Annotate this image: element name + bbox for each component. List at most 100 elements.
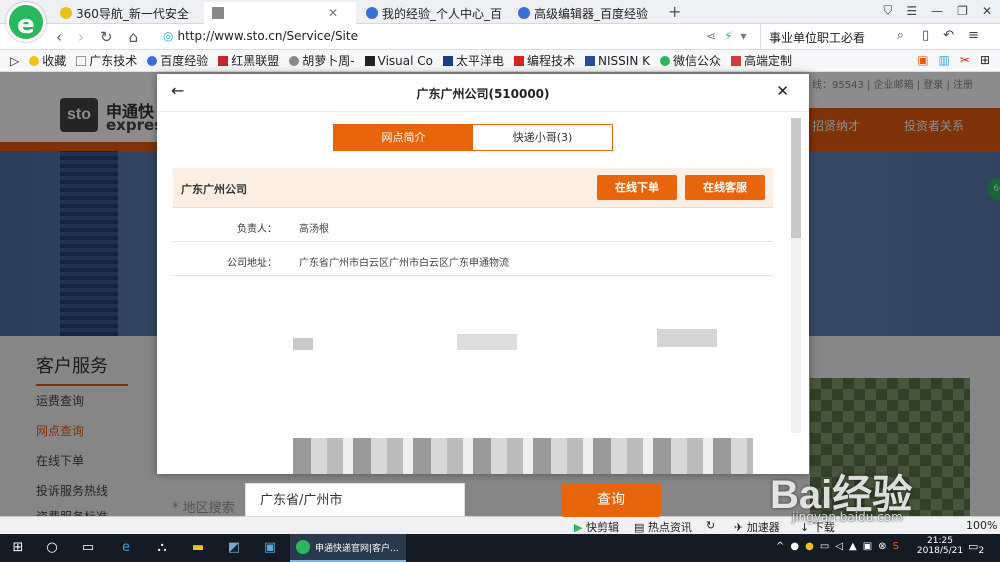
secure-icon: ◎	[163, 29, 174, 43]
share-icon[interactable]: ⋖	[706, 29, 716, 43]
bookmark-item[interactable]: 高端定制	[731, 52, 792, 69]
status-accelerator[interactable]: ✈ 加速器	[734, 519, 780, 535]
search-box[interactable]: 事业单位职工必看 ⌕	[760, 24, 910, 50]
task-view-icon[interactable]: ▭	[78, 538, 98, 558]
more-icon[interactable]: ≡	[968, 28, 979, 43]
system-tray: ^ ● ● ▭ ◁ ▲ ▣ ⊗ S	[776, 541, 899, 552]
baidu-paw-icon	[366, 7, 378, 19]
tray-icon[interactable]: ▣	[863, 541, 872, 552]
pay-icon[interactable]: ▥	[939, 53, 950, 67]
bookmark-item[interactable]: NISSIN K	[585, 54, 650, 68]
windows-start-icon[interactable]: ⊞	[8, 538, 28, 558]
tab-outlet-intro[interactable]: 网点简介	[334, 125, 473, 150]
close-tab-icon[interactable]: ✕	[328, 6, 338, 20]
tv-icon[interactable]: ▣	[917, 53, 928, 67]
page-icon	[212, 7, 224, 19]
taskbar-app-sto[interactable]: 申通快递官网|客户...	[290, 534, 406, 562]
reload-icon[interactable]: ↻	[100, 28, 113, 46]
baidu-paw-icon	[147, 56, 158, 66]
tab-couriers[interactable]: 快递小哥(3)	[473, 125, 612, 150]
360-browser-logo[interactable]: e	[6, 2, 46, 42]
bookmark-toggle-icon[interactable]: ▷	[10, 54, 19, 68]
app-icon[interactable]: ▣	[260, 538, 280, 558]
bookmarks-bar: ▷ 收藏 广东技术 百度经验 红黑联盟 胡萝卜周- Visual Co 太平洋电…	[0, 50, 1000, 72]
dropdown-icon[interactable]: ▾	[741, 29, 747, 43]
query-button[interactable]: 查询	[561, 483, 661, 517]
online-order-button[interactable]: 在线下单	[597, 175, 677, 200]
tab-active-sto[interactable]: ✕	[204, 2, 356, 24]
forward-icon[interactable]: ›	[78, 28, 84, 46]
menu-icon[interactable]: ☰	[906, 4, 917, 18]
new-tab-button[interactable]: +	[668, 2, 681, 21]
tray-icon[interactable]: ●	[805, 541, 814, 552]
grid-icon[interactable]: ⊞	[980, 53, 990, 67]
undo-icon[interactable]: ↶	[943, 28, 954, 43]
tray-icon[interactable]: ⊗	[878, 541, 886, 552]
rocket-icon: ✈	[734, 521, 747, 534]
bookmark-item[interactable]: 编程技术	[514, 52, 575, 69]
store-icon[interactable]: ⛬	[152, 538, 172, 558]
star-icon	[29, 56, 40, 66]
tab-360-nav[interactable]: 360导航_新一代安全	[52, 2, 202, 24]
address-label: 公司地址：	[227, 258, 277, 269]
org-row: 广东广州公司 在线下单 在线客服	[173, 168, 773, 208]
edge-icon[interactable]: e	[116, 538, 136, 558]
back-icon[interactable]: ‹	[56, 28, 62, 46]
search-icon[interactable]: ⌕	[897, 28, 904, 43]
volume-icon[interactable]: ◁	[835, 541, 843, 552]
bookmark-favorites[interactable]: 收藏	[29, 52, 66, 69]
bookmark-item[interactable]: 太平洋电	[443, 52, 504, 69]
clock[interactable]: 21:25 2018/5/21	[917, 536, 963, 556]
baidu-watermark-url: jingyan.baidu.com	[792, 510, 903, 524]
notification-center[interactable]: ▭2	[968, 540, 984, 556]
bookmark-item[interactable]: 红黑联盟	[218, 52, 279, 69]
battery-icon[interactable]: ▭	[820, 541, 829, 552]
tab-my-experience[interactable]: 我的经验_个人中心_百	[358, 2, 508, 24]
zoom-level[interactable]: 100%	[966, 519, 997, 532]
tab-advanced-editor[interactable]: 高级编辑器_百度经验	[510, 2, 665, 24]
status-clip[interactable]: ▶ 快剪辑	[574, 519, 619, 535]
region-search-input[interactable]: 广东省/广州市	[245, 483, 465, 517]
close-window-icon[interactable]: ✕	[982, 4, 992, 18]
minimize-icon[interactable]: —	[931, 4, 943, 18]
page-icon	[76, 56, 87, 66]
url-field[interactable]: ◎ http://www.sto.cn/Service/Site	[163, 29, 358, 43]
search-icon[interactable]: ○	[42, 538, 62, 558]
region-search-label: * 地区搜索	[172, 501, 235, 516]
taskbar-app-label: 申通快递官网|客户...	[315, 543, 399, 554]
c-icon	[514, 56, 525, 66]
close-icon[interactable]: ✕	[776, 82, 789, 100]
bookmark-item[interactable]: Visual Co	[364, 54, 433, 68]
home-icon[interactable]: ⌂	[129, 28, 139, 46]
baidu-paw-icon	[518, 7, 530, 19]
notification-count: 2	[978, 545, 985, 557]
bookmark-item[interactable]: 微信公众	[659, 52, 721, 69]
status-hot-news[interactable]: ▤ 热点资讯	[634, 519, 692, 535]
clip-icon: ▶	[574, 521, 586, 534]
chevron-up-icon[interactable]: ^	[776, 541, 784, 552]
phone-icon[interactable]: ▯	[922, 28, 929, 43]
bookmark-item[interactable]: 胡萝卜周-	[289, 52, 355, 69]
folder-icon[interactable]: ▬	[188, 538, 208, 558]
online-service-button[interactable]: 在线客服	[685, 175, 765, 200]
notification-icon: ▭	[968, 540, 979, 553]
modal-scrollbar[interactable]	[791, 118, 801, 433]
bookmark-item[interactable]: 百度经验	[147, 52, 208, 69]
app-icon[interactable]: ◩	[224, 538, 244, 558]
lightning-icon[interactable]: ⚡	[724, 29, 732, 43]
scissor-icon[interactable]: ✂	[960, 53, 970, 67]
tray-icon[interactable]: ●	[790, 541, 799, 552]
refresh-icon[interactable]: ↻	[706, 519, 715, 532]
network-icon[interactable]: ▲	[849, 541, 857, 552]
restore-icon[interactable]: ❐	[957, 4, 968, 18]
bookmark-item[interactable]: 广东技术	[76, 52, 137, 69]
obscured-content	[293, 338, 313, 350]
address-bar: ‹ › ↻ ⌂ ◎ http://www.sto.cn/Service/Site…	[0, 24, 1000, 50]
nav-buttons: ‹ › ↻ ⌂	[56, 28, 138, 46]
vs-icon	[364, 55, 375, 66]
scroll-thumb[interactable]	[791, 118, 801, 238]
sogou-icon[interactable]: S	[893, 541, 899, 552]
org-name: 广东广州公司	[181, 183, 247, 196]
shirt-icon[interactable]: ⛉	[883, 3, 892, 18]
browser-tools: ▯ ↶ ≡	[922, 28, 979, 43]
